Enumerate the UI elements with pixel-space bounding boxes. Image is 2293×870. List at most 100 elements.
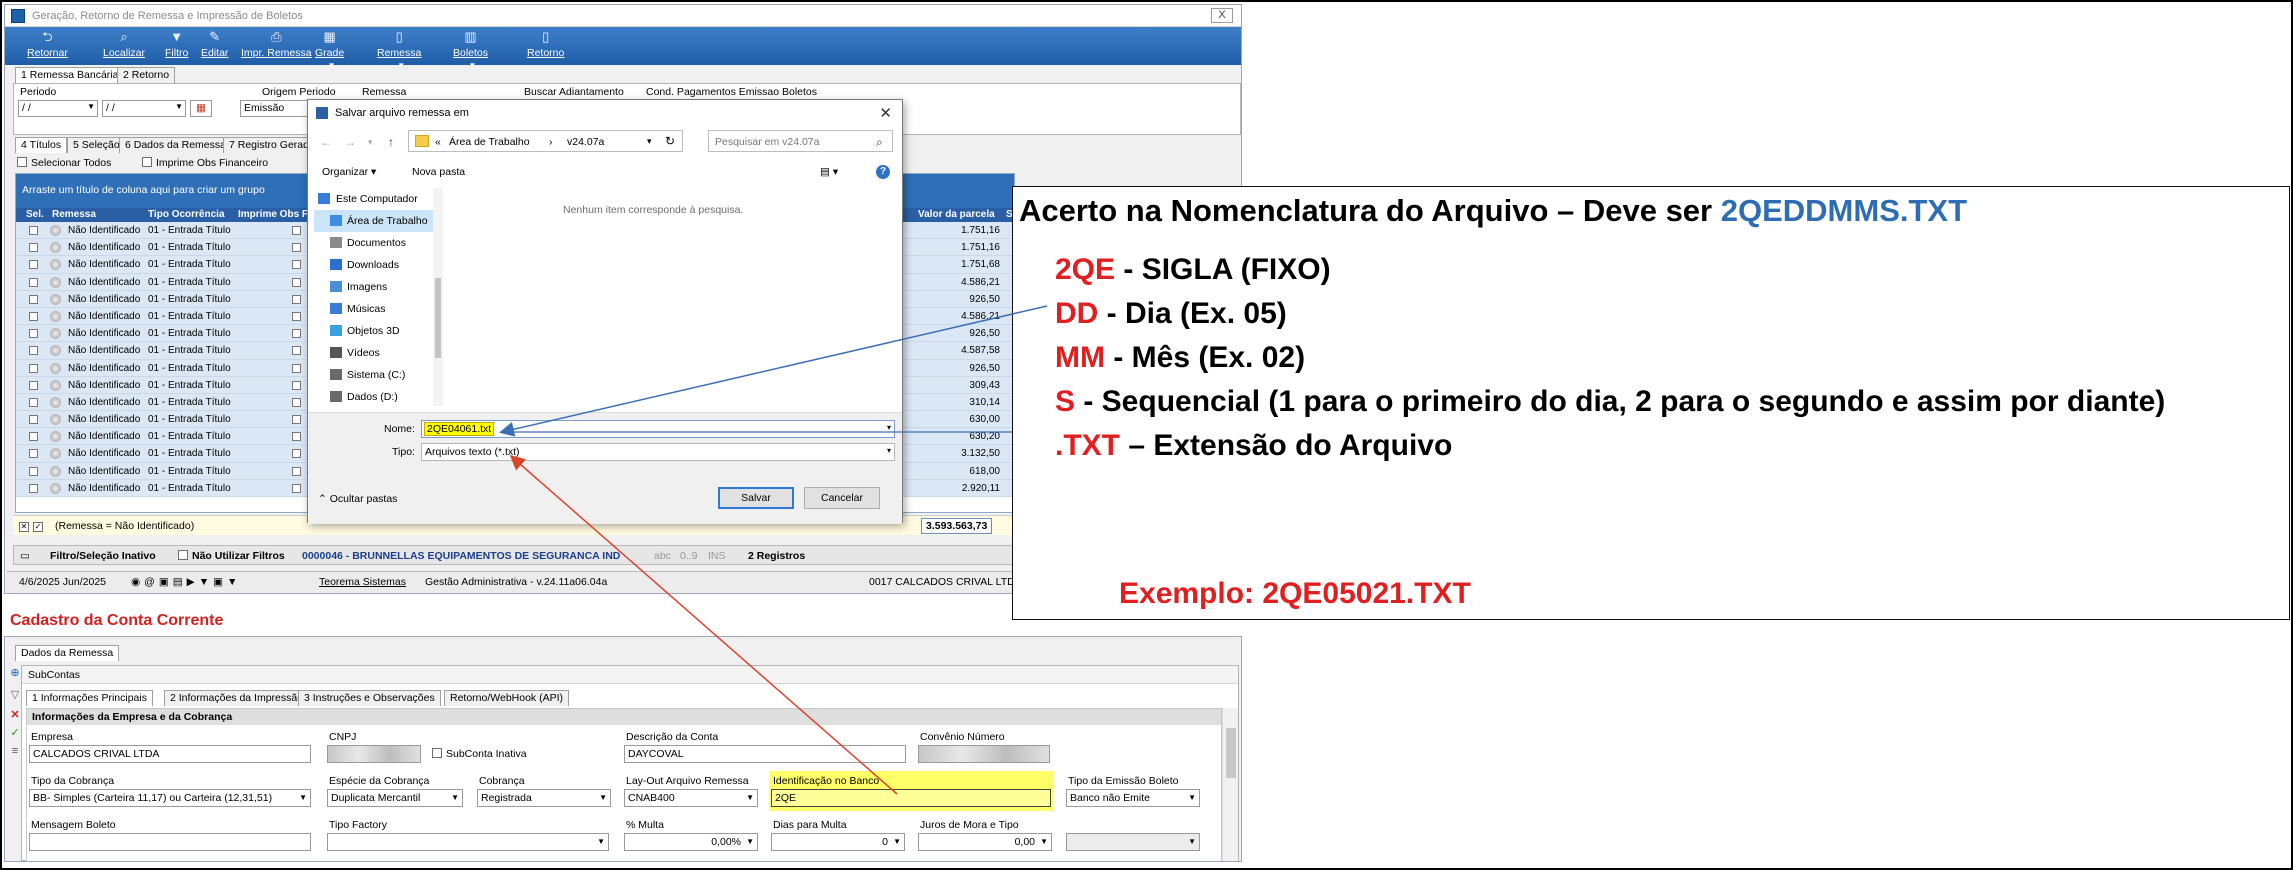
no-filter-checkbox[interactable]: Não Utilizar Filtros (178, 550, 285, 562)
row-select-checkbox[interactable] (29, 294, 38, 304)
descricao-field[interactable]: DAYCOVAL (624, 745, 906, 763)
dados-remessa-tab[interactable]: Dados da Remessa (15, 645, 120, 661)
nav-item-2[interactable]: Documentos (314, 232, 439, 254)
toolbar-impr-remessa-button[interactable]: ⎙ Impr. Remessa (241, 29, 312, 63)
top-tab-0[interactable]: 1 Remessa Bancária (15, 67, 125, 83)
toolbar-localizar-button[interactable]: ⌕ Localizar (103, 29, 145, 63)
cadastro-tab-1[interactable]: 2 Informações da Impressão (164, 690, 310, 706)
grid-tab-1[interactable]: 5 Seleção (67, 137, 126, 153)
filter-icon[interactable]: ▽ (9, 689, 21, 701)
row-obs-checkbox[interactable] (292, 363, 301, 373)
calendar-icon[interactable]: ▦ (190, 100, 212, 117)
filename-input[interactable]: 2QE04061.txt ▾ (421, 420, 895, 438)
cadastro-tab-0[interactable]: 1 Informações Principais (26, 690, 153, 706)
chevron-down-icon[interactable]: ▾ (368, 137, 373, 148)
mensagem-field[interactable] (29, 833, 311, 851)
empresa-field[interactable]: CALCADOS CRIVAL LTDA (29, 745, 311, 763)
especie-select[interactable]: Duplicata Mercantil ▼ (327, 789, 463, 807)
help-icon[interactable]: ? (876, 165, 890, 179)
chevron-down-icon[interactable]: ▼ (397, 61, 405, 70)
col-valor-parcela[interactable]: Valor da parcela (918, 209, 995, 220)
row-select-checkbox[interactable] (29, 277, 38, 287)
close-window-button[interactable]: X (1211, 8, 1233, 23)
subconta-inativa-checkbox[interactable]: SubConta Inativa (432, 748, 527, 760)
delete-icon[interactable]: ✕ (9, 709, 21, 721)
cobranca-select[interactable]: Registrada ▼ (477, 789, 611, 807)
row-select-checkbox[interactable] (29, 243, 38, 253)
chevron-down-icon[interactable]: ▼ (469, 61, 477, 70)
periodo-from-field[interactable]: / / ▼ (18, 100, 98, 117)
toolbar-retornar-button[interactable]: ⮌ Retornar (27, 29, 68, 63)
row-select-checkbox[interactable] (29, 346, 38, 356)
search-input[interactable]: Pesquisar em v24.07a (708, 130, 893, 152)
row-select-checkbox[interactable] (29, 397, 38, 407)
chevron-down-icon[interactable]: ▾ (887, 423, 891, 432)
row-select-checkbox[interactable] (29, 466, 38, 476)
row-select-checkbox[interactable] (29, 415, 38, 425)
nav-item-0[interactable]: Este Computador (314, 188, 439, 210)
row-select-checkbox[interactable] (29, 311, 38, 321)
hide-folders-toggle[interactable]: ⌃ Ocultar pastas (318, 493, 397, 505)
row-select-checkbox[interactable] (29, 226, 38, 235)
path-desktop[interactable]: Área de Trabalho (449, 136, 530, 148)
cnpj-field-blurred[interactable] (327, 745, 421, 763)
up-arrow-icon[interactable]: ↑ (388, 135, 394, 149)
row-obs-checkbox[interactable] (292, 483, 301, 493)
periodo-to-field[interactable]: / / ▼ (102, 100, 186, 117)
row-obs-checkbox[interactable] (292, 329, 301, 339)
toolbar-editar-button[interactable]: ✎ Editar (201, 29, 228, 63)
nav-item-6[interactable]: Objetos 3D (314, 320, 439, 342)
check-icon[interactable]: ✓ (9, 727, 21, 739)
nav-item-1[interactable]: Área de Trabalho (314, 210, 439, 232)
row-obs-checkbox[interactable] (292, 449, 301, 459)
forward-arrow-icon[interactable]: → (344, 135, 356, 149)
row-obs-checkbox[interactable] (292, 294, 301, 304)
toolbar-boletos-button[interactable]: ▥ Boletos ▼ (453, 29, 488, 70)
nav-item-4[interactable]: Imagens (314, 276, 439, 298)
toolbar-remessa-button[interactable]: ▯ Remessa ▼ (377, 29, 421, 70)
row-obs-checkbox[interactable] (292, 432, 301, 442)
row-obs-checkbox[interactable] (292, 277, 301, 287)
view-options-icon[interactable]: ▤ ▾ (820, 166, 838, 178)
col-imprime-obs[interactable]: Imprime Obs Fi (238, 209, 311, 220)
back-arrow-icon[interactable]: ← (320, 135, 332, 149)
toolbar-filtro-button[interactable]: ▼ Filtro (165, 29, 188, 63)
row-select-checkbox[interactable] (29, 260, 38, 270)
factory-select[interactable]: ▼ (327, 833, 609, 851)
nav-item-9[interactable]: Dados (D:) (314, 386, 439, 406)
layout-select[interactable]: CNAB400 ▼ (624, 789, 758, 807)
add-icon[interactable]: ⊕ (9, 667, 21, 679)
row-select-checkbox[interactable] (29, 449, 38, 459)
row-select-checkbox[interactable] (29, 363, 38, 373)
row-obs-checkbox[interactable] (292, 466, 301, 476)
subcontas-bar[interactable]: SubContas (22, 666, 1238, 684)
col-tipo-ocorrencia[interactable]: Tipo Ocorrência (148, 209, 225, 220)
col-remessa[interactable]: Remessa (52, 209, 96, 220)
row-obs-checkbox[interactable] (292, 226, 301, 235)
juros-field[interactable]: 0,00 ▼ (918, 833, 1052, 851)
row-select-checkbox[interactable] (29, 329, 38, 339)
imprime-obs-checkbox[interactable]: Imprime Obs Financeiro (142, 157, 268, 169)
row-select-checkbox[interactable] (29, 380, 38, 390)
path-folder[interactable]: v24.07a (567, 136, 604, 148)
row-obs-checkbox[interactable] (292, 397, 301, 407)
address-bar[interactable]: « Área de Trabalho › v24.07a ▾ ↻ (408, 130, 683, 152)
dias-multa-field[interactable]: 0 ▼ (771, 833, 905, 851)
identificacao-field[interactable]: 2QE (771, 789, 1051, 807)
menu-icon[interactable]: ≡ (9, 745, 21, 757)
nav-item-3[interactable]: Downloads (314, 254, 439, 276)
cadastro-tab-2[interactable]: 3 Instruções e Observações (298, 690, 441, 706)
juros-tipo-select[interactable]: ▼ (1066, 833, 1200, 851)
chevron-down-icon[interactable]: ▾ (647, 136, 652, 147)
toolbar-retorno-button[interactable]: ▯ Retorno (527, 29, 564, 63)
new-folder-button[interactable]: Nova pasta (412, 166, 465, 178)
row-select-checkbox[interactable] (29, 483, 38, 493)
cancel-button[interactable]: Cancelar (804, 487, 880, 509)
brand-link[interactable]: Teorema Sistemas (319, 576, 406, 588)
row-select-checkbox[interactable] (29, 432, 38, 442)
navigation-scrollbar[interactable] (433, 188, 443, 406)
convenio-field-blurred[interactable] (918, 745, 1050, 763)
nav-item-8[interactable]: Sistema (C:) (314, 364, 439, 386)
row-obs-checkbox[interactable] (292, 346, 301, 356)
row-obs-checkbox[interactable] (292, 380, 301, 390)
